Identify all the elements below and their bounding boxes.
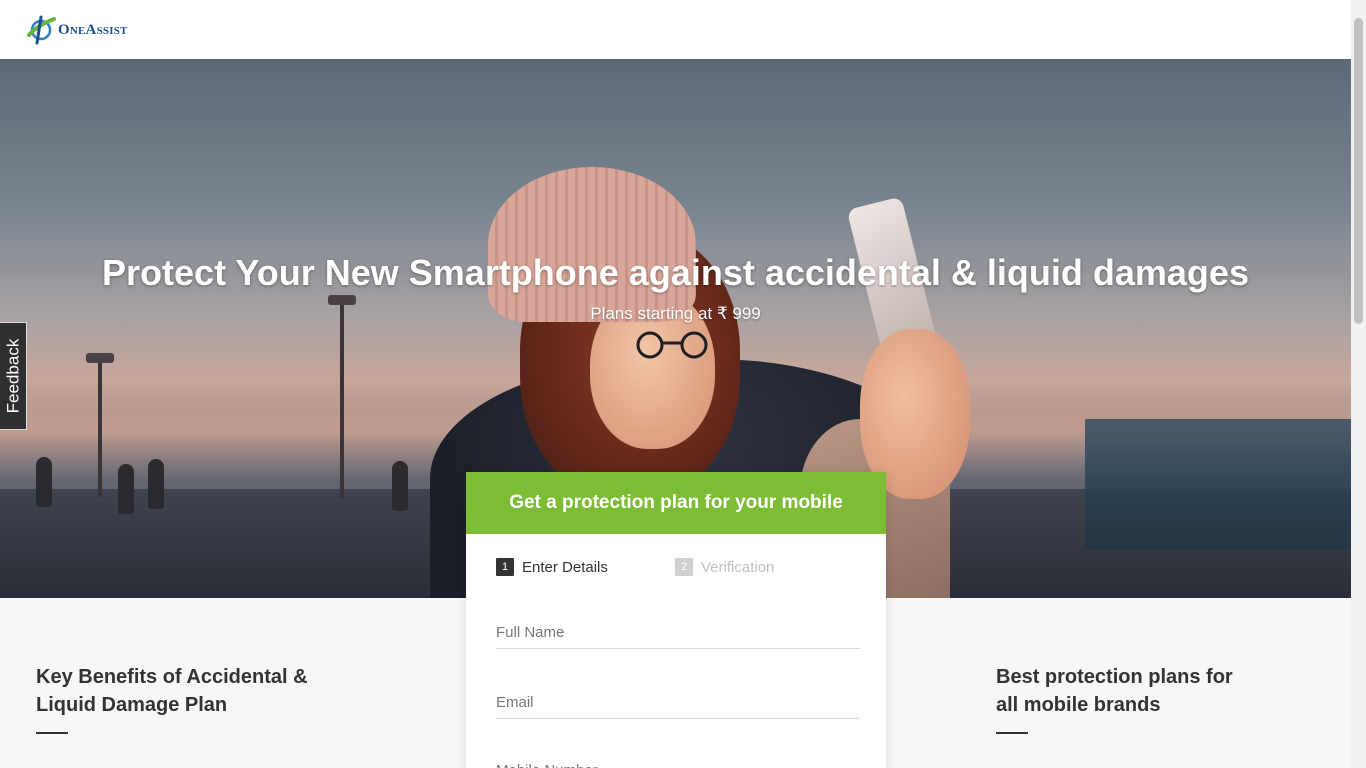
brands-section: Best protection plans for all mobile bra…: [996, 663, 1256, 734]
background-person: [148, 459, 164, 509]
woman-beanie: [488, 167, 696, 322]
scrollbar-thumb[interactable]: [1354, 18, 1363, 324]
email-input[interactable]: [496, 686, 860, 719]
benefits-section: Key Benefits of Accidental & Liquid Dama…: [36, 663, 336, 734]
step-enter-details: 1 Enter Details: [496, 558, 608, 576]
step-label: Enter Details: [522, 558, 608, 576]
hero-title: Protect Your New Smartphone against acci…: [102, 252, 1249, 293]
logo-mark-icon: [27, 15, 56, 45]
brands-divider: [996, 732, 1028, 734]
step-verification: 2 Verification: [675, 558, 774, 576]
step-number: 1: [496, 558, 514, 576]
background-person: [36, 457, 52, 507]
feedback-label: Feedback: [3, 338, 23, 414]
mobile-number-input[interactable]: [496, 754, 860, 768]
lamp-post: [98, 357, 102, 497]
lamp-head: [86, 353, 114, 363]
brand-logo-mi: [1152, 763, 1192, 768]
glasses-icon: [636, 331, 708, 359]
lamp-post: [340, 299, 344, 499]
background-person: [118, 464, 134, 514]
brand-logo-samsung: [1024, 763, 1108, 768]
page-scrollbar[interactable]: [1351, 0, 1366, 768]
hero-buildings: [1085, 419, 1351, 549]
oneassist-logo[interactable]: OneAssist: [24, 12, 134, 48]
logo-text: OneAssist: [58, 21, 128, 38]
background-person: [392, 461, 408, 511]
brands-title: Best protection plans for all mobile bra…: [996, 666, 1233, 716]
protection-plan-form: Get a protection plan for your mobile 1 …: [466, 472, 886, 768]
step-number: 2: [675, 558, 693, 576]
full-name-input[interactable]: [496, 616, 860, 649]
form-header: Get a protection plan for your mobile: [466, 472, 886, 534]
site-header: OneAssist: [0, 0, 1351, 60]
hero-subtitle: Plans starting at ₹ 999: [590, 304, 761, 323]
feedback-tab[interactable]: Feedback: [0, 322, 27, 430]
benefits-divider: [36, 732, 68, 734]
benefits-title: Key Benefits of Accidental & Liquid Dama…: [36, 666, 308, 716]
form-steps: 1 Enter Details 2 Verification: [496, 558, 866, 580]
form-title: Get a protection plan for your mobile: [509, 492, 843, 513]
step-label: Verification: [701, 558, 775, 576]
